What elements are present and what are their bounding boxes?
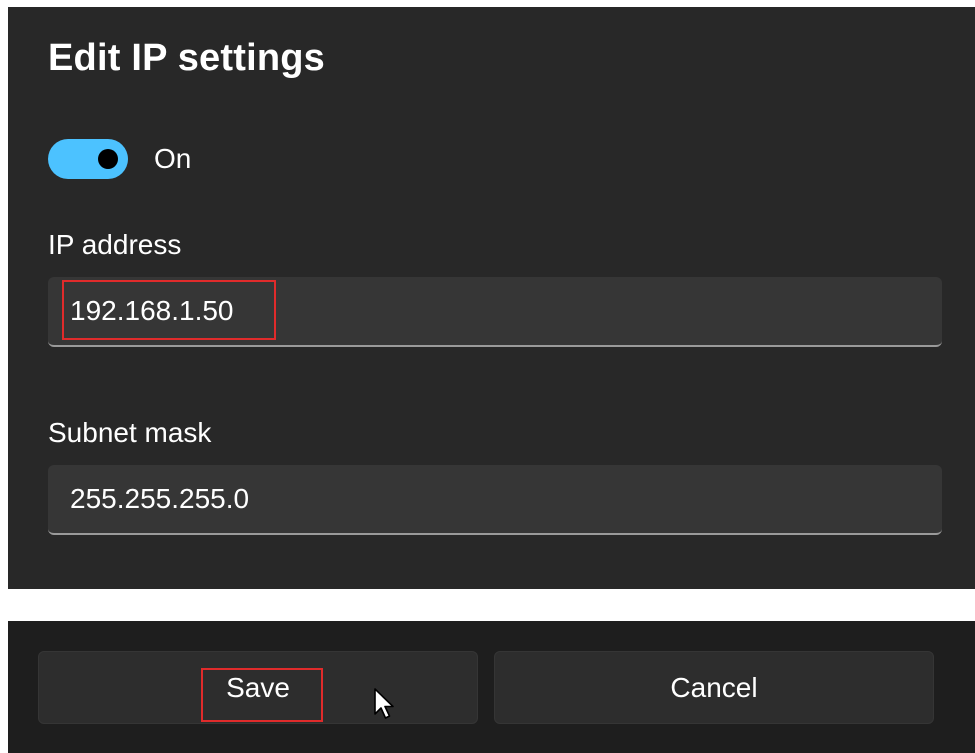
ip-address-label: IP address: [48, 229, 182, 260]
subnet-mask-value: 255.255.255.0: [70, 483, 250, 514]
ip-address-value: 192.168.1.50: [70, 295, 234, 326]
subnet-mask-field[interactable]: 255.255.255.0: [48, 465, 942, 535]
save-button[interactable]: Save: [38, 651, 478, 724]
ip-address-field[interactable]: 192.168.1.50: [48, 277, 942, 347]
dialog-footer: Save Cancel: [8, 621, 975, 753]
edit-ip-settings-panel: Edit IP settings On IP address 192.168.1…: [8, 7, 975, 589]
cancel-button[interactable]: Cancel: [494, 651, 934, 724]
toggle-knob: [98, 149, 118, 169]
ip-settings-toggle[interactable]: [48, 139, 128, 179]
toggle-state-label: On: [154, 143, 192, 174]
subnet-mask-label: Subnet mask: [48, 417, 212, 448]
ip-settings-toggle-row: On: [48, 137, 191, 181]
save-button-label: Save: [226, 671, 290, 703]
cancel-button-label: Cancel: [670, 671, 758, 703]
dialog-title: Edit IP settings: [48, 37, 325, 79]
